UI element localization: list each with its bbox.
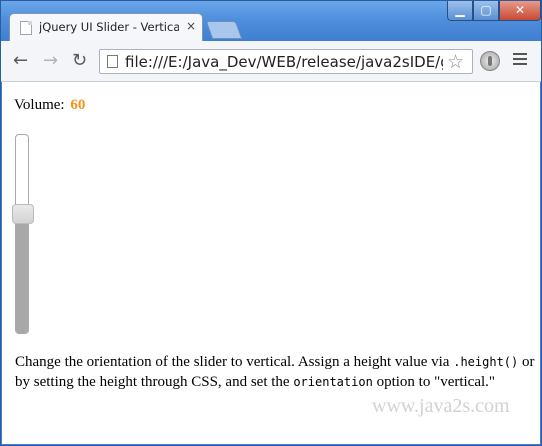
reload-icon[interactable]: ↻ xyxy=(72,50,87,71)
maximize-button[interactable]: ▢ xyxy=(473,1,499,21)
star-icon[interactable]: ☆ xyxy=(447,51,464,73)
extension-icon[interactable] xyxy=(480,51,500,71)
description-part-1: Change the orientation of the slider to … xyxy=(15,354,454,370)
browser-window: jQuery UI Slider - Vertical s × ▁ ▢ ✕ ← … xyxy=(0,0,542,446)
address-bar[interactable]: file:///E:/Java_Dev/WEB/release/java2sID… xyxy=(99,49,473,74)
tab-close-icon[interactable]: × xyxy=(186,19,196,33)
page-icon xyxy=(107,55,118,68)
slider-handle[interactable] xyxy=(12,204,34,224)
url-text[interactable]: file:///E:/Java_Dev/WEB/release/java2sID… xyxy=(125,53,443,71)
back-arrow-icon[interactable]: ← xyxy=(13,50,28,71)
minimize-button[interactable]: ▁ xyxy=(447,1,473,21)
volume-value: 60 xyxy=(70,97,86,113)
volume-label: Volume: xyxy=(14,97,65,113)
watermark: www.java2s.com xyxy=(372,395,510,417)
page-content: Volume: 60 Change the orientation of the… xyxy=(2,82,540,444)
vertical-slider[interactable] xyxy=(12,134,34,334)
browser-tab[interactable]: jQuery UI Slider - Vertical s × xyxy=(9,13,203,41)
volume-display: Volume: 60 xyxy=(14,97,85,114)
code-orientation: orientation xyxy=(293,375,373,389)
close-window-button[interactable]: ✕ xyxy=(499,1,541,21)
description-text: Change the orientation of the slider to … xyxy=(15,352,535,392)
description-part-3: option to "vertical." xyxy=(372,374,496,390)
browser-toolbar: ← → ↻ file:///E:/Java_Dev/WEB/release/ja… xyxy=(1,41,541,82)
new-tab-button[interactable] xyxy=(205,21,243,39)
page-icon xyxy=(20,21,32,35)
code-height: .height() xyxy=(453,355,519,369)
title-bar: jQuery UI Slider - Vertical s × ▁ ▢ ✕ xyxy=(1,1,541,41)
forward-arrow-icon[interactable]: → xyxy=(43,50,58,71)
menu-icon[interactable] xyxy=(513,53,527,68)
tab-title: jQuery UI Slider - Vertical s xyxy=(39,20,179,34)
slider-range xyxy=(16,214,28,333)
